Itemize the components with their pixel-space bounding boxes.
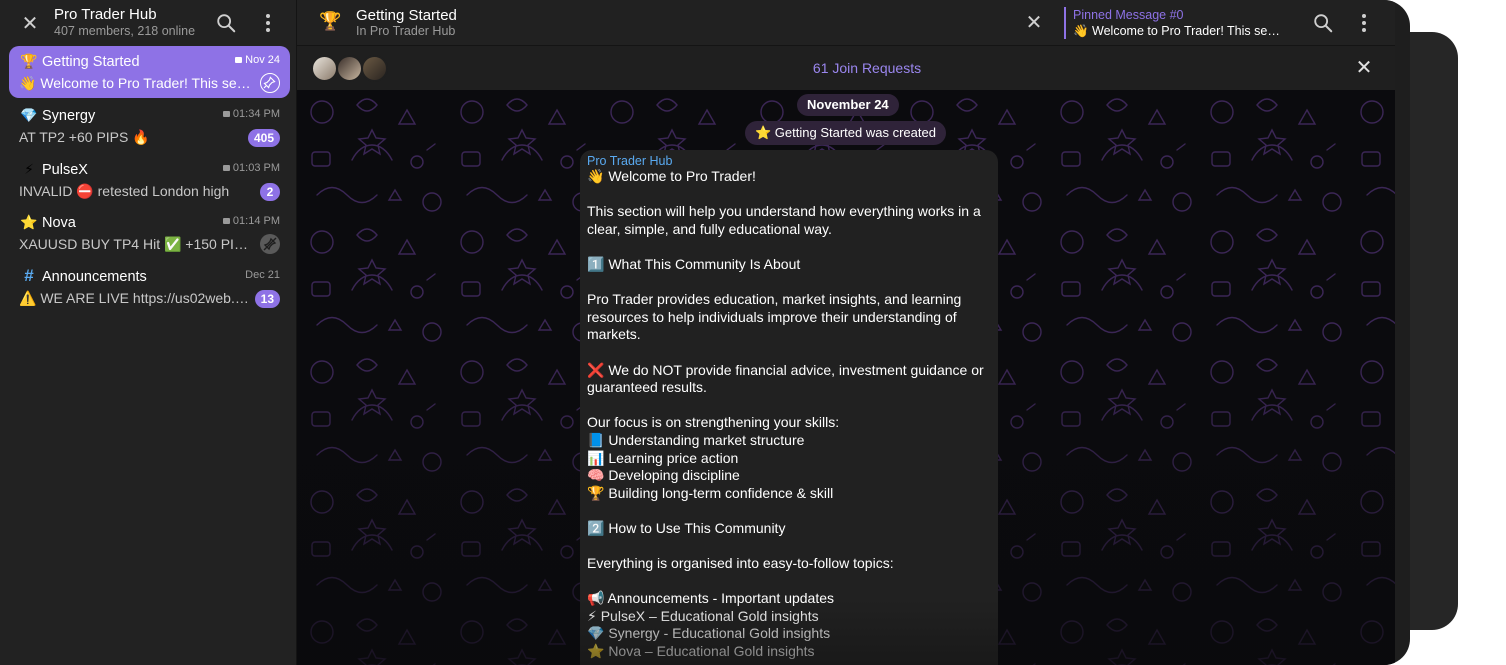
message-line: Everything is organised into easy-to-fol… — [587, 555, 894, 572]
message-fade — [580, 600, 998, 665]
message-line: ❌ We do NOT provide financial advice, in… — [587, 361, 984, 378]
message-line: 🧠 Developing discipline — [587, 467, 740, 484]
service-message: ⭐ Getting Started was created — [745, 121, 946, 145]
trophy-icon: 🏆 — [20, 53, 38, 69]
search-icon[interactable] — [215, 12, 237, 34]
hashtag-icon: # — [24, 266, 34, 285]
message-line: 👋 Welcome to Pro Trader! — [587, 168, 756, 184]
search-icon[interactable] — [1312, 12, 1334, 34]
unread-badge: 405 — [247, 129, 280, 147]
message-line: Our focus is on strengthening your skill… — [587, 414, 840, 431]
join-requests-bar[interactable]: 61 Join Requests ✕ — [297, 46, 1395, 90]
topic-preview: ⚠️ WE ARE LIVE https://us02web.zoom.us — [19, 290, 254, 306]
lock-icon — [222, 165, 230, 171]
topic-name: Announcements — [42, 269, 147, 285]
lock-icon — [222, 218, 230, 224]
topic-title[interactable]: Getting Started — [356, 7, 457, 24]
close-icon[interactable]: ✕ — [18, 12, 42, 36]
topic-time: 01:14 PM — [222, 215, 280, 227]
topic-preview: 👋 Welcome to Pro Trader! This section wi… — [19, 75, 254, 91]
trophy-icon: 🏆 — [319, 11, 342, 31]
topic-item-synergy[interactable]: 💎 Synergy 01:34 PM AT TP2 +60 PIPS 🔥 405 — [9, 100, 290, 152]
more-vertical-icon[interactable] — [1354, 12, 1374, 34]
message-line: 2️⃣ How to Use This Community — [587, 519, 786, 536]
topic-item-pulsex[interactable]: ⚡ PulseX 01:03 PM INVALID ⛔ retested Lon… — [9, 154, 290, 206]
unread-badge: 13 — [254, 290, 280, 308]
lock-icon — [222, 111, 230, 117]
pinned-label: Pinned Message #0 — [1073, 8, 1184, 22]
pinned-text: 👋 Welcome to Pro Trader! This section wi… — [1073, 24, 1283, 38]
group-title: Pro Trader Hub — [54, 6, 157, 23]
message-line — [587, 344, 991, 362]
lightning-icon: ⚡ — [24, 161, 34, 177]
topic-name: Synergy — [42, 108, 96, 124]
topic-item-nova[interactable]: ⭐ Nova 01:14 PM XAUUSD BUY TP4 Hit ✅ +15… — [9, 207, 290, 259]
topic-preview: XAUUSD BUY TP4 Hit ✅ +150 PIPS Done — [19, 236, 254, 252]
close-topic-icon[interactable]: ✕ — [1023, 12, 1045, 34]
app-window: ✕ Pro Trader Hub 407 members, 218 online… — [0, 0, 1410, 665]
pinned-message[interactable]: Pinned Message #0 👋 Welcome to Pro Trade… — [1064, 7, 1294, 39]
chat-header: 🏆 Getting Started In Pro Trader Hub ✕ Pi… — [297, 0, 1395, 46]
message-line: 1️⃣ What This Community Is About — [587, 255, 801, 272]
date-separator: November 24 — [797, 94, 899, 116]
pin-icon — [260, 73, 280, 93]
message-line — [587, 537, 991, 555]
message-line: resources to help individuals improve th… — [587, 308, 957, 325]
unread-badge: 2 — [260, 183, 280, 201]
sidebar-header: ✕ Pro Trader Hub 407 members, 218 online — [0, 0, 297, 46]
message-line: 📊 Learning price action — [587, 449, 739, 466]
message-line — [587, 573, 991, 591]
close-icon[interactable]: ✕ — [1353, 57, 1375, 79]
topic-name: Nova — [42, 215, 76, 231]
join-requests-label[interactable]: 61 Join Requests — [297, 60, 1410, 76]
topic-time: 01:34 PM — [222, 108, 280, 120]
topic-name: Getting Started — [42, 54, 140, 70]
topic-preview: INVALID ⛔ retested London high — [19, 183, 230, 199]
topic-subtitle: In Pro Trader Hub — [356, 24, 456, 38]
message-line — [587, 397, 991, 415]
group-member-count: 407 members, 218 online — [54, 24, 196, 38]
chat-area: November 24 ⭐ Getting Started was create… — [297, 90, 1395, 665]
message-line: clear, simple, and fully educational way… — [587, 220, 832, 237]
topic-time: Nov 24 — [235, 54, 280, 66]
topic-preview: AT TP2 +60 PIPS 🔥 — [19, 129, 150, 145]
topics-sidebar: ✕ Pro Trader Hub 407 members, 218 online… — [0, 0, 297, 665]
topic-time: Dec 21 — [245, 269, 280, 281]
message-line: 🏆 Building long-term confidence & skill — [587, 484, 834, 501]
topic-item-getting-started[interactable]: 🏆 Getting Started Nov 24 👋 Welcome to Pr… — [9, 46, 290, 98]
message-line: guaranteed results. — [587, 379, 707, 396]
gem-icon: 💎 — [20, 107, 38, 123]
message-line — [587, 186, 991, 204]
message-line — [587, 502, 991, 520]
more-vertical-icon[interactable] — [258, 12, 278, 34]
muted-icon — [260, 234, 280, 254]
star-icon: ⭐ — [20, 214, 38, 230]
message-bubble[interactable]: Pro Trader Hub 👋 Welcome to Pro Trader! T… — [580, 150, 998, 665]
message-line — [587, 274, 991, 292]
message-text: 👋 Welcome to Pro Trader! This section wil… — [587, 168, 991, 661]
lock-icon — [235, 57, 243, 63]
message-line: markets. — [587, 326, 641, 343]
topic-time: 01:03 PM — [222, 162, 280, 174]
message-line: Pro Trader provides education, market in… — [587, 291, 962, 308]
topic-item-announcements[interactable]: # Announcements Dec 21 ⚠️ WE ARE LIVE ht… — [9, 261, 290, 313]
message-author[interactable]: Pro Trader Hub — [587, 154, 991, 168]
topic-name: PulseX — [42, 162, 88, 178]
message-line: This section will help you understand ho… — [587, 203, 981, 220]
message-line — [587, 238, 991, 256]
message-line: 📘 Understanding market structure — [587, 431, 805, 448]
